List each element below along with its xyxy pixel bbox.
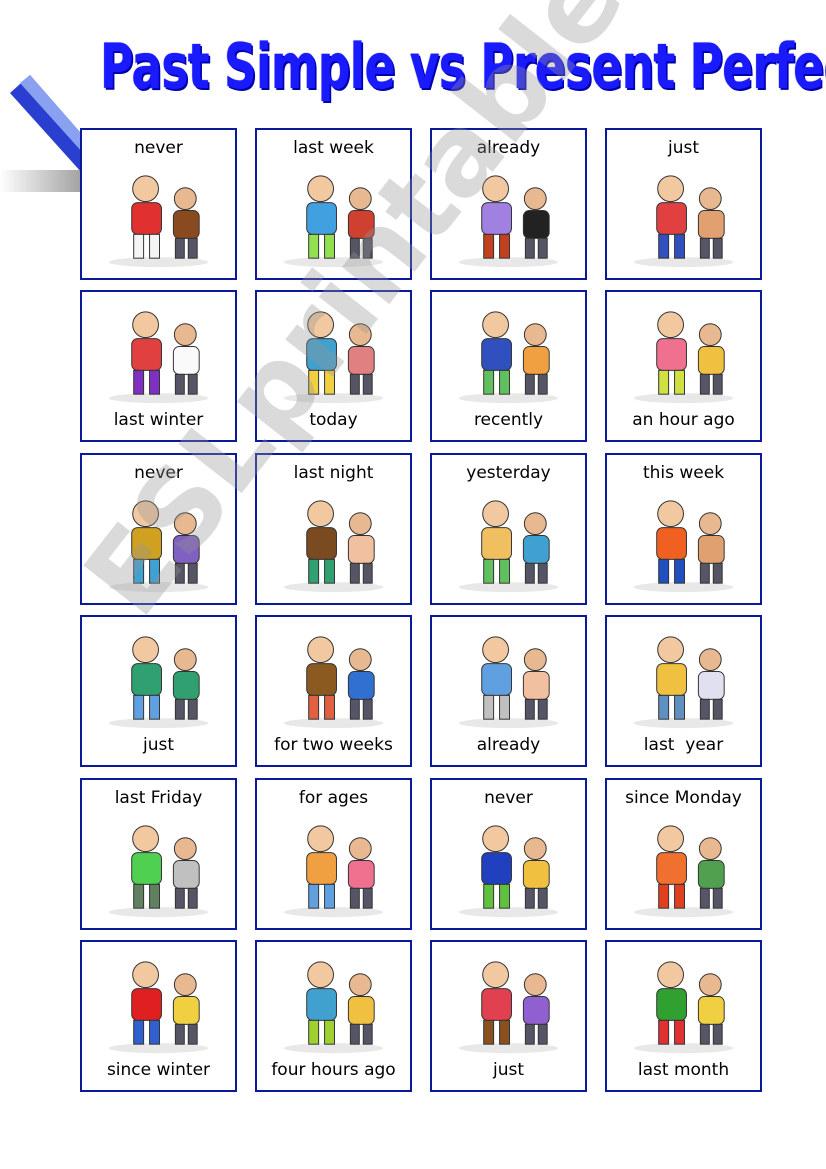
- boy-reading-illustration: [619, 814, 748, 920]
- flashcard: never: [80, 453, 237, 605]
- flashcard: today: [255, 290, 412, 442]
- flashcard-label: this week: [642, 463, 725, 483]
- boy-at-mirror-illustration: [444, 625, 573, 731]
- kids-singing-illustration: [444, 489, 573, 595]
- flashcard-label: since winter: [106, 1060, 211, 1080]
- man-in-hammock-illustration: [269, 489, 398, 595]
- man-watering-flower-illustration: [444, 300, 573, 406]
- flashcard-label: last year: [643, 735, 724, 755]
- flashcard-label: last Friday: [114, 788, 203, 808]
- business-meeting-illustration: [269, 625, 398, 731]
- flashcard-label: four hours ago: [271, 1060, 396, 1080]
- flashcard: an hour ago: [605, 290, 762, 442]
- family-on-train-illustration: [444, 814, 573, 920]
- flashcard-label: last week: [293, 138, 374, 158]
- flashcard: last week: [255, 128, 412, 280]
- flashcard-label: never: [484, 788, 533, 808]
- flashcard: yesterday: [430, 453, 587, 605]
- flashcard-label: never: [134, 463, 183, 483]
- girl-with-big-prize-trophy-illustration: [94, 489, 223, 595]
- man-at-computer-illustration: [444, 950, 573, 1056]
- people-playing-golf-illustration: [619, 950, 748, 1056]
- flashcard: just: [605, 128, 762, 280]
- flashcard-label: for two weeks: [274, 735, 393, 755]
- flashcard: already: [430, 128, 587, 280]
- girl-playing-video-game-illustration: [94, 625, 223, 731]
- flashcard-label: just: [667, 138, 700, 158]
- kids-building-snowman-illustration: [94, 300, 223, 406]
- flashcard-label: last month: [637, 1060, 730, 1080]
- flashcard-label: an hour ago: [632, 410, 735, 430]
- flashcard-label: just: [142, 735, 175, 755]
- flashcard: four hours ago: [255, 940, 412, 1092]
- flashcard: last year: [605, 615, 762, 767]
- boy-playing-football-illustration: [619, 489, 748, 595]
- flashcard: since Monday: [605, 778, 762, 930]
- flashcard: last Friday: [80, 778, 237, 930]
- flashcard-label: since Monday: [625, 788, 742, 808]
- friends-talking-illustration: [269, 814, 398, 920]
- flashcard: never: [80, 128, 237, 280]
- flashcard: since winter: [80, 940, 237, 1092]
- flashcard: this week: [605, 453, 762, 605]
- flashcard-label: just: [492, 1060, 525, 1080]
- flashcard: recently: [430, 290, 587, 442]
- tourist-with-map-illustration: [619, 625, 748, 731]
- flashcard-label: last winter: [113, 410, 204, 430]
- flashcard: just: [80, 615, 237, 767]
- flashcard-label: for ages: [298, 788, 369, 808]
- flashcard-label: last night: [293, 463, 374, 483]
- kids-sledding-illustration: [94, 950, 223, 1056]
- page-title: Past Simple vs Present Perfect: [100, 30, 826, 103]
- flashcard-label: yesterday: [466, 463, 551, 483]
- kids-singing-microphone-illustration: [619, 300, 748, 406]
- flashcard-label: already: [476, 735, 541, 755]
- flashcard: never: [430, 778, 587, 930]
- flashcard: already: [430, 615, 587, 767]
- boy-with-toy-truck-illustration: [619, 164, 748, 270]
- flashcard-label: never: [134, 138, 183, 158]
- flashcard: for ages: [255, 778, 412, 930]
- flashcard: for two weeks: [255, 615, 412, 767]
- flashcard: last month: [605, 940, 762, 1092]
- kids-dancing-illustration: [269, 950, 398, 1056]
- flashcard: last night: [255, 453, 412, 605]
- ice-hockey-player-illustration: [94, 164, 223, 270]
- flashcard: just: [430, 940, 587, 1092]
- girl-snorkeling-illustration: [269, 164, 398, 270]
- couple-dancing-illustration: [444, 164, 573, 270]
- girl-swimming-illustration: [269, 300, 398, 406]
- flashcard-label: today: [309, 410, 358, 430]
- flashcard: last winter: [80, 290, 237, 442]
- flashcard-label: already: [476, 138, 541, 158]
- flashcard-label: recently: [473, 410, 544, 430]
- man-washing-car-illustration: [94, 814, 223, 920]
